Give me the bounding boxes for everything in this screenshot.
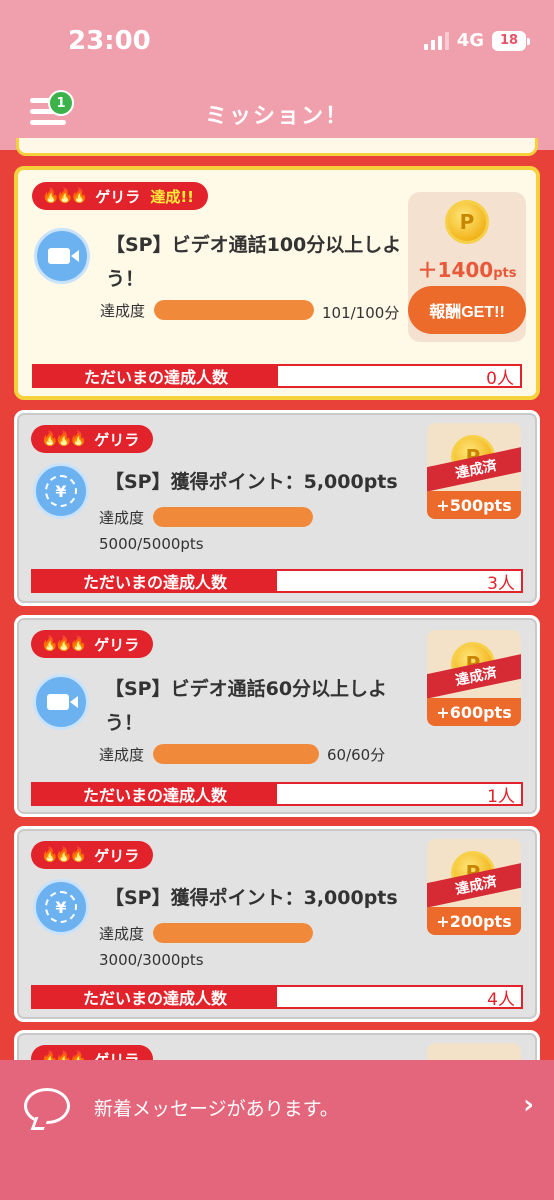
new-message-text: 新着メッセージがあります。 xyxy=(94,1098,339,1120)
achievers-count-value: 4人 xyxy=(487,989,515,1010)
progress-value: 5000/5000pts xyxy=(99,535,204,553)
achievers-count-value: 3人 xyxy=(487,573,515,594)
status-time: 23:00 xyxy=(68,26,151,56)
reward-box: P ＋1400pts 報酬GET!! xyxy=(408,192,526,342)
video-call-icon xyxy=(34,228,90,284)
flame-icon: 🔥🔥🔥 xyxy=(41,636,87,652)
reward-points: +600pts xyxy=(427,698,521,726)
progress-bar xyxy=(153,923,313,943)
flame-icon: 🔥🔥🔥 xyxy=(41,431,87,447)
progress-fill xyxy=(153,923,313,943)
progress-label: 達成度 xyxy=(99,925,145,943)
progress-value: 3000/3000pts xyxy=(99,951,204,969)
yen-coin-icon: ¥ xyxy=(33,879,89,935)
speech-bubble-icon xyxy=(24,1088,70,1124)
progress-bar xyxy=(153,744,319,764)
achievers-count-row: ただいまの達成人数 0人 xyxy=(32,364,522,389)
battery-icon: 18 xyxy=(492,30,530,51)
progress-value: 60/60分 xyxy=(327,746,386,764)
reward-points: ＋1400pts xyxy=(417,258,517,282)
app-header: 23:00 4G 18 1 ミッション！ xyxy=(0,0,554,150)
progress-label: 達成度 xyxy=(99,746,145,764)
achievers-count-value: 1人 xyxy=(487,786,515,807)
signal-icon xyxy=(423,31,449,50)
mission-title: 【SP】ビデオ通話60分以上しよう！ xyxy=(105,678,388,734)
achievers-count-value: 0人 xyxy=(486,368,514,389)
progress-bar xyxy=(153,507,313,527)
mission-title: 【SP】ビデオ通話100分以上しよう！ xyxy=(106,234,402,290)
reward-box: P 達成済 +200pts xyxy=(427,839,521,935)
previous-card-edge xyxy=(16,138,538,156)
progress-label: 達成度 xyxy=(99,509,145,527)
achievers-count-label: ただいまの達成人数 xyxy=(33,784,277,805)
mission-card: 🔥🔥🔥 ゲリラ ¥ 【SP】獲得ポイント：3,000pts 達成度 3000/3… xyxy=(14,826,540,1022)
chevron-right-icon[interactable]: › xyxy=(523,1090,534,1120)
reward-box: P 達成済 +500pts xyxy=(427,423,521,519)
progress-fill xyxy=(153,744,319,764)
reward-box: P 達成済 +600pts xyxy=(427,630,521,726)
page-title: ミッション！ xyxy=(204,104,349,129)
reward-points: +500pts xyxy=(427,491,521,519)
mission-card: 🔥🔥🔥 ゲリラ ¥ 【SP】獲得ポイント：5,000pts 達成度 5000/5… xyxy=(14,410,540,606)
mission-title: 【SP】獲得ポイント：3,000pts xyxy=(105,887,398,909)
claim-reward-button[interactable]: 報酬GET!! xyxy=(408,286,526,334)
flame-icon: 🔥🔥🔥 xyxy=(41,847,87,863)
achievers-count-label: ただいまの達成人数 xyxy=(33,571,277,592)
achievers-count-row: ただいまの達成人数 3人 xyxy=(31,569,523,594)
video-call-icon xyxy=(33,674,89,730)
flame-icon: 🔥🔥🔥 xyxy=(42,188,88,204)
status-indicators: 4G 18 xyxy=(423,30,530,51)
guerrilla-tag: 🔥🔥🔥 ゲリラ 達成!! xyxy=(32,182,208,210)
yen-coin-icon: ¥ xyxy=(33,463,89,519)
mission-card: 🔥🔥🔥 ゲリラ 【SP】ビデオ通話60分以上しよう！ 達成度 60/60分 P … xyxy=(14,615,540,817)
achievers-count-label: ただいまの達成人数 xyxy=(33,987,277,1008)
guerrilla-tag: 🔥🔥🔥 ゲリラ xyxy=(31,841,154,869)
progress-value: 101/100分 xyxy=(322,304,400,322)
mission-card: 🔥🔥🔥 ゲリラ 達成!! 【SP】ビデオ通話100分以上しよう！ 達成度 101… xyxy=(14,166,540,400)
coin-icon: P xyxy=(445,200,489,244)
mission-title: 【SP】獲得ポイント：5,000pts xyxy=(105,471,398,493)
achievers-count-label: ただいまの達成人数 xyxy=(34,366,278,387)
guerrilla-tag: 🔥🔥🔥 ゲリラ xyxy=(31,630,154,658)
progress-fill xyxy=(153,507,313,527)
guerrilla-tag: 🔥🔥🔥 ゲリラ xyxy=(31,425,154,453)
reward-points: +200pts xyxy=(427,907,521,935)
achievers-count-row: ただいまの達成人数 4人 xyxy=(31,985,523,1010)
network-type: 4G xyxy=(456,30,484,51)
new-message-banner[interactable]: 新着メッセージがあります。 › xyxy=(0,1060,554,1200)
achievers-count-row: ただいまの達成人数 1人 xyxy=(31,782,523,807)
achieved-label: 達成!! xyxy=(150,187,194,206)
